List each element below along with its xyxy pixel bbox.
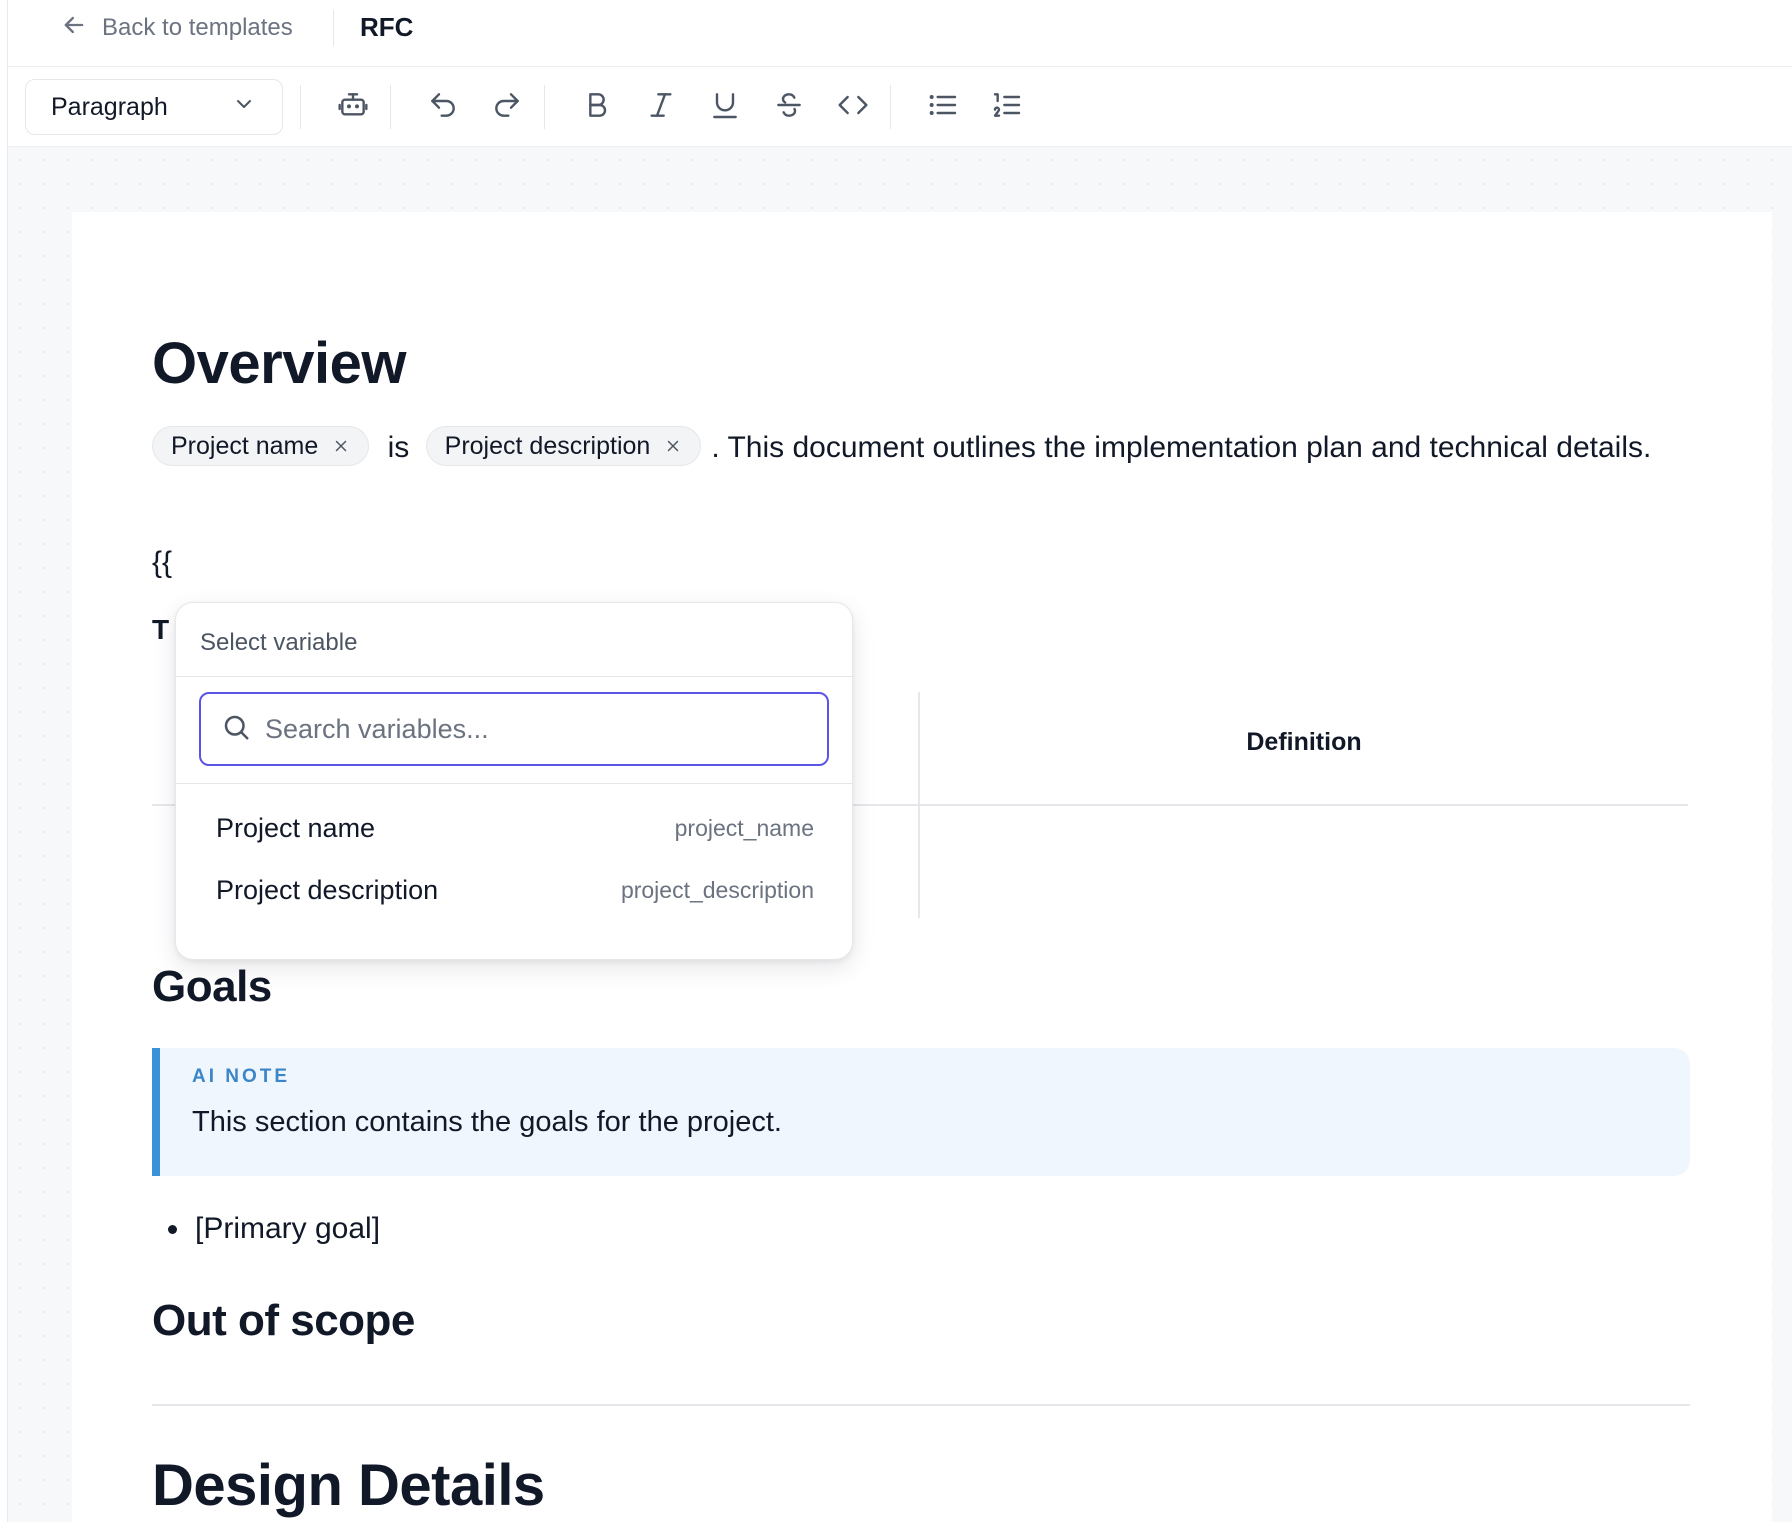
document-title: RFC [360, 12, 414, 42]
toolbar-divider [890, 85, 891, 129]
table-header-definition[interactable]: Definition [920, 728, 1688, 757]
bullet-list-button[interactable] [919, 83, 967, 131]
undo-icon [427, 89, 459, 126]
list-item-text: [Primary goal] [195, 1212, 381, 1245]
italic-button[interactable] [637, 83, 685, 131]
select-variable-popover: Select variable Project name project_nam… [175, 602, 853, 960]
bold-button[interactable] [573, 83, 621, 131]
numbered-list-button[interactable] [983, 83, 1031, 131]
popover-title: Select variable [200, 629, 358, 656]
bullet-dot [168, 1224, 177, 1234]
top-bar: Back to templates RFC [8, 0, 1792, 67]
block-style-value: Paragraph [51, 92, 168, 121]
close-icon[interactable] [332, 437, 350, 455]
list-item[interactable]: [Primary goal] [168, 1212, 380, 1246]
back-to-templates-link[interactable]: Back to templates [60, 10, 293, 46]
ai-note-callout[interactable]: AI NOTE This section contains the goals … [152, 1048, 1690, 1176]
close-icon[interactable] [664, 437, 682, 455]
chip-label: Project description [444, 432, 651, 461]
underline-icon [709, 89, 741, 126]
variable-option-project-description[interactable]: Project description project_description [192, 859, 838, 921]
code-icon [837, 89, 869, 126]
variable-search-field[interactable] [199, 692, 829, 766]
variable-chip-project-description[interactable]: Project description [425, 426, 702, 467]
popover-divider [176, 676, 852, 677]
variable-option-key: project_name [674, 814, 814, 841]
back-link-label: Back to templates [102, 14, 293, 41]
editor-toolbar: Paragraph [8, 67, 1792, 147]
goals-heading: Goals [152, 962, 272, 1011]
bold-icon [581, 89, 613, 126]
italic-icon [645, 89, 677, 126]
undo-button[interactable] [419, 83, 467, 131]
overview-heading: Overview [152, 331, 406, 396]
variable-search-input[interactable] [265, 713, 805, 745]
variable-option-label: Project name [216, 812, 376, 843]
ai-note-label: AI NOTE [192, 1066, 291, 1087]
toolbar-divider [300, 85, 301, 129]
underline-button[interactable] [701, 83, 749, 131]
redo-icon [491, 89, 523, 126]
header-divider [333, 10, 334, 46]
robot-icon [337, 89, 369, 126]
arrow-left-icon [60, 11, 88, 46]
variable-trigger-text[interactable]: {{ [152, 546, 172, 580]
bullet-list-icon [927, 89, 959, 126]
toolbar-divider [390, 85, 391, 129]
chevron-down-icon [232, 92, 256, 123]
strikethrough-icon [773, 89, 805, 126]
popover-divider [176, 783, 852, 784]
toolbar-divider [544, 85, 545, 129]
chip-label: Project name [171, 432, 319, 461]
block-style-select[interactable]: Paragraph [25, 79, 283, 135]
paragraph-text-is: is [387, 431, 410, 464]
strikethrough-button[interactable] [765, 83, 813, 131]
redo-button[interactable] [483, 83, 531, 131]
table-heading: T [152, 614, 170, 645]
variable-option-key: project_description [620, 876, 814, 903]
window-edge [0, 0, 8, 1522]
numbered-list-icon [991, 89, 1023, 126]
paragraph-text-rest: . This document outlines the implementat… [711, 431, 1652, 464]
variable-chip-project-name[interactable]: Project name [152, 426, 370, 467]
out-of-scope-heading: Out of scope [152, 1296, 415, 1345]
horizontal-rule [152, 1404, 1690, 1406]
overview-paragraph[interactable]: Project name is Project description . Th… [152, 422, 1672, 474]
search-icon [221, 712, 251, 747]
ai-note-text: This section contains the goals for the … [192, 1106, 782, 1138]
code-button[interactable] [829, 83, 877, 131]
variable-option-project-name[interactable]: Project name project_name [192, 797, 838, 859]
variable-option-label: Project description [216, 874, 439, 905]
design-details-heading: Design Details [152, 1453, 545, 1518]
ai-assistant-button[interactable] [329, 83, 377, 131]
